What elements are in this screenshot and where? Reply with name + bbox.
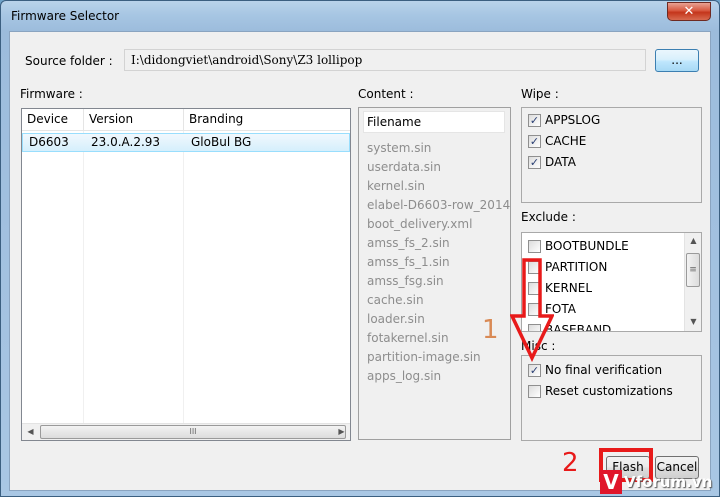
scroll-left-icon[interactable]: ◀ [22,424,39,440]
column-divider [183,131,184,425]
vforum-logo-icon: V [600,470,622,494]
window-title: Firmware Selector [11,9,120,23]
list-item[interactable]: amss_fs_2.sin [367,236,450,250]
checkbox-label: BASEBAND [545,323,612,332]
scroll-thumb[interactable]: III [40,425,346,439]
column-filename[interactable]: Filename [363,111,505,133]
list-item[interactable]: system.sin [367,141,431,155]
close-icon: ✕ [683,4,695,19]
firmware-selector-window: Firmware Selector ✕ Source folder : I:\d… [0,0,720,497]
checkbox-label: DATA [545,155,576,169]
content-label: Content : [358,87,414,101]
list-item[interactable]: amss_fsg.sin [367,274,444,288]
checkbox-label: BOOTBUNDLE [545,239,629,253]
watermark: V Vforum.vn [600,470,718,494]
checkbox-label: PARTITION [545,260,608,274]
dialog-body: Source folder : I:\didongviet\android\So… [9,31,711,491]
misc-group: ✓ No final verification Reset customizat… [521,355,702,441]
column-version[interactable]: Version [84,109,184,131]
list-item[interactable]: elabel-D6603-row_201409... [367,198,510,212]
checkbox-checked-icon[interactable]: ✓ [528,156,541,169]
list-item[interactable]: userdata.sin [367,160,441,174]
exclude-label: Exclude : [521,210,576,224]
watermark-text: Vforum.vn [624,473,713,491]
wipe-group: ✓ APPSLOG ✓ CACHE ✓ DATA [521,107,702,203]
step-2-annotation: 2 [562,448,579,478]
source-folder-field[interactable]: I:\didongviet\android\Sony\Z3 lollipop [124,49,646,71]
browse-button[interactable]: ... [655,49,699,72]
cell-branding: GloBul BG [191,135,252,149]
checkbox-label: APPSLOG [545,113,601,127]
list-item[interactable]: loader.sin [367,312,425,326]
column-branding[interactable]: Branding [184,109,350,131]
checkbox-checked-icon[interactable]: ✓ [528,135,541,148]
list-item[interactable]: partition-image.sin [367,350,481,364]
source-folder-label: Source folder : [25,54,113,68]
checkbox-unchecked-icon[interactable] [528,385,541,398]
table-row[interactable]: D6603 23.0.A.2.93 GloBul BG [22,133,350,152]
firmware-label: Firmware : [20,87,83,101]
list-item[interactable]: fotakernel.sin [367,331,449,345]
list-item[interactable]: amss_fs_1.sin [367,255,450,269]
red-down-arrow-icon [510,258,554,362]
firmware-table[interactable]: Device Version Branding D6603 23.0.A.2.9… [21,108,351,441]
horizontal-scrollbar[interactable]: ◀ III ▶ [22,423,350,440]
cell-version: 23.0.A.2.93 [91,135,161,149]
wipe-label: Wipe : [521,87,559,101]
vertical-scrollbar[interactable]: ▲ ≡ ▼ [684,233,701,331]
list-item[interactable]: kernel.sin [367,179,425,193]
scroll-down-icon[interactable]: ▼ [685,314,701,331]
close-button[interactable]: ✕ [667,2,711,21]
checkbox-label: CACHE [545,134,587,148]
cell-device: D6603 [29,135,69,149]
list-item[interactable]: apps_log.sin [367,369,441,383]
checkbox-unchecked-icon[interactable] [528,240,541,253]
column-divider [83,131,84,425]
list-item[interactable]: cache.sin [367,293,424,307]
step-1-annotation: 1 [482,315,499,345]
scroll-thumb[interactable]: ≡ [686,253,700,287]
checkbox-label: Reset customizations [545,384,673,398]
scroll-right-icon[interactable]: ▶ [333,424,350,440]
checkbox-checked-icon[interactable]: ✓ [528,364,541,377]
checkbox-checked-icon[interactable]: ✓ [528,114,541,127]
list-item[interactable]: boot_delivery.xml [367,217,472,231]
content-list[interactable]: Filename system.sin userdata.sin kernel.… [358,107,511,440]
scroll-up-icon[interactable]: ▲ [685,233,701,250]
title-bar[interactable]: Firmware Selector ✕ [1,1,719,31]
column-device[interactable]: Device [22,109,84,131]
checkbox-label: No final verification [545,363,663,377]
firmware-table-header: Device Version Branding [22,109,350,131]
